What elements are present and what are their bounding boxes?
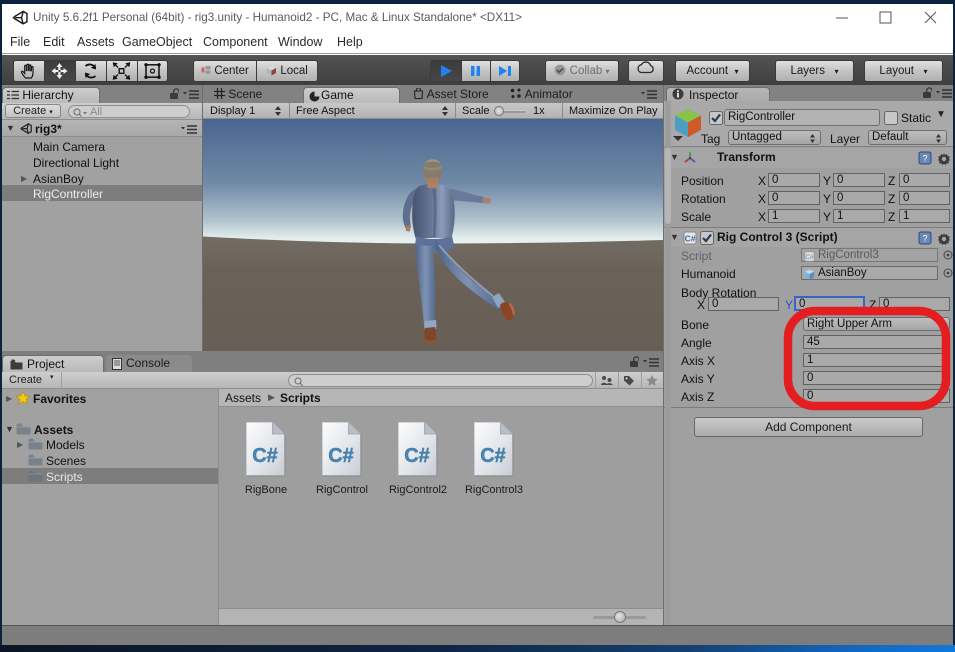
svg-text:?: ? xyxy=(922,234,927,244)
svg-text:C#: C# xyxy=(685,234,696,244)
svg-text:C#: C# xyxy=(805,254,814,261)
svg-text:C#: C# xyxy=(252,445,278,467)
svg-text:?: ? xyxy=(922,154,927,164)
